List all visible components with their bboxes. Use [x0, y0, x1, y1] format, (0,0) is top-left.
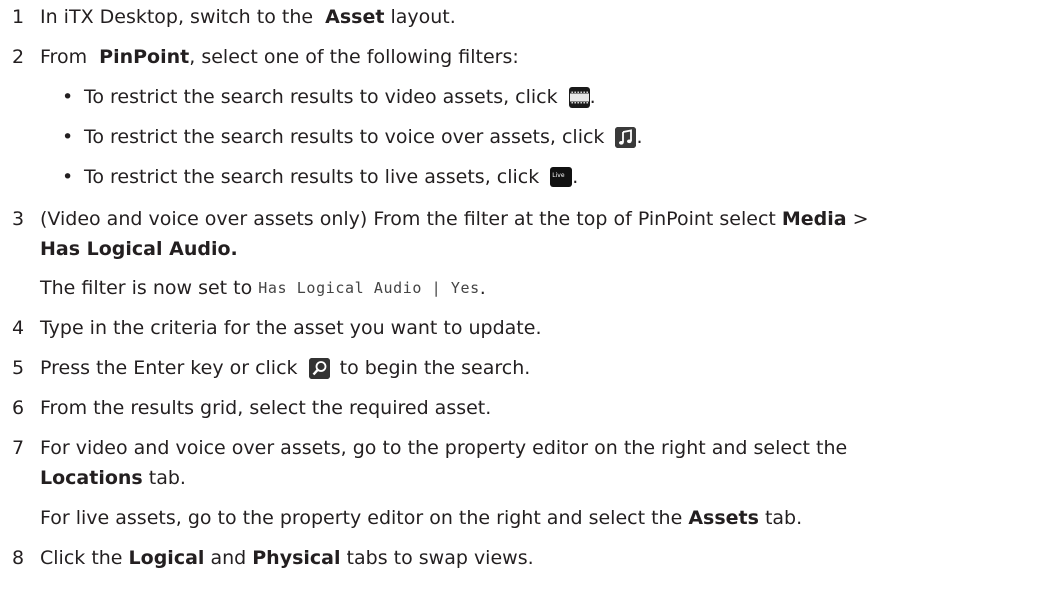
step-text: For video and voice over assets, go to t…: [40, 437, 848, 459]
bullet-dot: •: [62, 166, 74, 188]
step-bold: Asset: [325, 6, 385, 28]
bullet-text: To restrict the search results to live a…: [84, 166, 546, 188]
step-number: 8: [12, 547, 25, 569]
step-bold: Media: [781, 208, 847, 230]
step-text: tab.: [142, 467, 186, 489]
note-text: For live assets, go to the property edit…: [40, 507, 689, 529]
step-text: >: [846, 208, 869, 230]
bullet-end: .: [636, 126, 643, 148]
step-bold: Physical: [252, 547, 341, 569]
step-number: 2: [12, 46, 25, 68]
film-icon[interactable]: [568, 86, 590, 108]
step-5: 5 Press the Enter key or click to begin …: [12, 357, 530, 379]
note-text: The filter is now set to: [40, 277, 259, 299]
step-text: layout.: [384, 6, 456, 28]
bullet-live: • To restrict the search results to live…: [62, 166, 578, 188]
note-text: .: [479, 277, 486, 299]
bullet-dot: •: [62, 126, 74, 148]
filter-note: The filter is now set to Has Logical Aud…: [40, 277, 486, 299]
step-6: 6 From the results grid, select the requ…: [12, 397, 491, 419]
step-7: 7 For video and voice over assets, go to…: [12, 437, 847, 459]
step-text: and: [204, 547, 253, 569]
step-text: From: [40, 46, 94, 68]
step-8: 8 Click the Logical and Physical tabs to…: [12, 547, 534, 569]
step-number: 7: [12, 437, 25, 459]
live-icon[interactable]: Live: [550, 167, 573, 187]
step-bold: Locations: [40, 467, 143, 489]
step-text: to begin the search.: [333, 357, 531, 379]
bullet-text: To restrict the search results to voice …: [84, 126, 611, 148]
step-number: 5: [12, 357, 25, 379]
search-icon[interactable]: [308, 357, 330, 379]
live-icon-label: Live: [552, 172, 565, 179]
bullet-video: • To restrict the search results to vide…: [62, 86, 596, 108]
step-text: (Video and voice over assets only) From …: [40, 208, 782, 230]
filter-code: Has Logical Audio | Yes: [258, 279, 480, 297]
step-number: 4: [12, 317, 25, 339]
step-text: Type in the criteria for the asset you w…: [40, 317, 542, 339]
step-bold: Has Logical Audio.: [40, 238, 238, 260]
step-text: From the results grid, select the requir…: [40, 397, 492, 419]
bullet-voice-over: • To restrict the search results to voic…: [62, 126, 643, 148]
live-note: For live assets, go to the property edit…: [40, 507, 802, 529]
document-page: 1 In iTX Desktop, switch to the Asset la…: [0, 0, 1045, 598]
step-4: 4 Type in the criteria for the asset you…: [12, 317, 541, 339]
note-bold: Assets: [688, 507, 759, 529]
step-number: 1: [12, 6, 25, 28]
step-text: , select one of the following filters:: [189, 46, 519, 68]
bullet-dot: •: [62, 86, 74, 108]
step-number: 3: [12, 208, 25, 230]
step-1: 1 In iTX Desktop, switch to the Asset la…: [12, 6, 456, 28]
step-text: In iTX Desktop, switch to the: [40, 6, 320, 28]
step-text: tabs to swap views.: [340, 547, 534, 569]
step-text: Press the Enter key or click: [40, 357, 304, 379]
step-number: 6: [12, 397, 25, 419]
bullet-end: .: [572, 166, 579, 188]
step-bold: Logical: [128, 547, 205, 569]
note-text: tab.: [758, 507, 803, 529]
step-3: 3 (Video and voice over assets only) Fro…: [12, 208, 869, 230]
bullet-text: To restrict the search results to video …: [84, 86, 564, 108]
step-7-line-2: Locations tab.: [40, 467, 186, 489]
step-bold: PinPoint: [99, 46, 190, 68]
bullet-end: .: [589, 86, 596, 108]
music-note-icon[interactable]: [615, 126, 637, 148]
step-2: 2 From PinPoint, select one of the follo…: [12, 46, 519, 68]
step-3-line-2: Has Logical Audio.: [40, 238, 238, 260]
step-text: Click the: [40, 547, 129, 569]
